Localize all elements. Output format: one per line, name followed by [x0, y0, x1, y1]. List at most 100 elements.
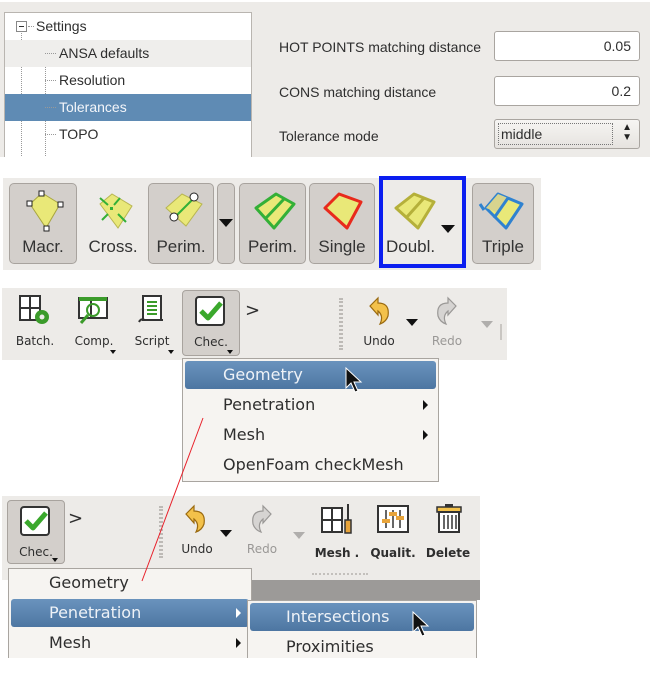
dropdown-arrow-icon [227, 350, 233, 354]
checks-menu: Geometry Penetration Mesh OpenFoam check… [182, 358, 439, 482]
dropdown-arrow-icon [52, 558, 58, 562]
checks-menu-2: Geometry Penetration Mesh [8, 568, 252, 658]
menu-item-geometry[interactable]: Geometry [11, 569, 249, 597]
redo-dropdown-icon[interactable] [293, 532, 305, 539]
menu-item-label: Geometry [223, 365, 303, 384]
hot-points-label: HOT POINTS matching distance [279, 39, 482, 55]
collapse-icon[interactable] [16, 21, 27, 32]
undo-button[interactable]: Undo [354, 292, 404, 354]
tree-item-label: ANSA defaults [59, 45, 150, 61]
redo-icon [437, 296, 457, 326]
checks-icon [20, 506, 50, 536]
compare-button[interactable]: Comp. [66, 292, 122, 354]
checks-toolbar: Batch. Comp. Script Chec. > Undo Redo [2, 288, 507, 360]
quality-button[interactable]: Qualit. [366, 500, 420, 562]
menu-item-mesh[interactable]: Mesh [11, 629, 249, 657]
triple-cons-button[interactable]: Triple [472, 183, 534, 264]
more-chevron-icon[interactable]: > [68, 508, 83, 529]
menu-item-geometry[interactable]: Geometry [185, 361, 436, 389]
menu-item-label: Geometry [49, 573, 129, 592]
perimeter-points-icon [165, 192, 203, 227]
perimeter-dropdown-button[interactable] [217, 183, 235, 264]
menu-item-proximities[interactable]: Proximities [250, 633, 474, 661]
perimeter-button[interactable]: Perim. [239, 183, 306, 264]
button-label: Script [134, 334, 170, 348]
button-label: Redo [431, 334, 463, 348]
undo-dropdown-icon[interactable] [220, 530, 232, 537]
spin-arrows-icon: ▲ ▼ [622, 122, 632, 143]
button-label: Triple [482, 237, 524, 256]
single-cons-icon [323, 192, 363, 230]
batch-mesh-button[interactable]: Batch. [6, 292, 64, 354]
button-label: Mesh . [314, 546, 360, 560]
more-chevron-icon[interactable]: > [245, 300, 260, 321]
script-icon [138, 295, 163, 323]
menu-item-penetration[interactable]: Penetration [11, 599, 249, 627]
button-label: Chec. [194, 335, 228, 349]
cross-button[interactable]: Cross. [81, 183, 145, 264]
dropdown-arrow-icon [219, 219, 233, 227]
tree-item-label: TOPO [59, 126, 99, 142]
single-cons-button[interactable]: Single [309, 183, 375, 264]
tolerance-mode-value: middle [501, 126, 543, 142]
tree-item-tolerances[interactable]: Tolerances [5, 94, 251, 121]
macro-button[interactable]: Macr. [9, 183, 77, 264]
button-label: Batch. [15, 334, 55, 348]
button-label: Perim. [247, 237, 298, 256]
menu-item-openfoam-checkmesh[interactable]: OpenFoam checkMesh [185, 451, 436, 479]
tree-connector [45, 53, 56, 54]
button-label: Qualit. [370, 546, 416, 560]
button-label: Delete [425, 546, 471, 560]
script-button[interactable]: Script [124, 292, 180, 354]
button-label: Chec. [19, 545, 53, 559]
toolbar-grip[interactable] [159, 506, 163, 558]
tolerance-mode-select[interactable]: middle ▲ ▼ [494, 119, 640, 149]
workspace-background [250, 580, 480, 600]
perimeter-icon [254, 192, 295, 230]
macro-face-icon [26, 190, 64, 232]
submenu-arrow-icon [423, 400, 428, 410]
tree-item-ansa-defaults[interactable]: ANSA defaults [5, 40, 251, 67]
menu-item-mesh[interactable]: Mesh [185, 421, 436, 449]
tree-item-topo[interactable]: TOPO [5, 121, 251, 148]
trash-icon [436, 504, 462, 533]
menu-item-label: Mesh [49, 633, 92, 652]
mouse-cursor-icon [345, 366, 363, 393]
redo-button[interactable]: Redo [422, 292, 472, 354]
menu-item-intersections[interactable]: Intersections [250, 603, 474, 631]
button-label: Undo [363, 334, 395, 348]
redo-dropdown-icon[interactable] [481, 321, 493, 328]
submenu-arrow-icon [423, 430, 428, 440]
button-label: Perim. [156, 237, 206, 256]
tree-item-resolution[interactable]: Resolution [5, 67, 251, 94]
tree-item-label: Tolerances [59, 99, 127, 115]
tree-connector [28, 26, 34, 27]
tree-item-settings[interactable]: Settings [5, 13, 251, 40]
dropdown-arrow-icon [168, 350, 174, 354]
toolbar-grip[interactable] [312, 573, 368, 577]
undo-dropdown-icon[interactable] [406, 319, 418, 326]
checks-button[interactable]: Chec. [7, 500, 65, 564]
undo-button[interactable]: Undo [172, 500, 222, 562]
tolerance-mode-label: Tolerance mode [279, 128, 379, 144]
penetration-submenu: Intersections Proximities [247, 600, 477, 658]
cons-distance-label: CONS matching distance [279, 84, 437, 100]
submenu-arrow-icon [236, 608, 241, 618]
button-label: Single [318, 237, 366, 256]
mesh-button[interactable]: Mesh . [310, 500, 364, 562]
checks-button[interactable]: Chec. [182, 290, 240, 356]
perimeter-points-button[interactable]: Perim. [148, 183, 214, 264]
menu-item-label: Penetration [223, 395, 316, 414]
delete-button[interactable]: Delete [422, 500, 474, 562]
button-label: Cross. [88, 237, 138, 256]
menu-item-label: Intersections [286, 607, 390, 626]
hot-points-distance-input[interactable]: 0.05 [494, 31, 640, 61]
button-label: Undo [181, 542, 213, 556]
settings-tree: Settings ANSA defaults Resolution Tolera… [4, 12, 252, 157]
toolbar-grip[interactable] [339, 298, 343, 350]
checks-icon [195, 296, 225, 326]
cons-distance-input[interactable]: 0.2 [494, 76, 640, 106]
menu-item-penetration[interactable]: Penetration [185, 391, 436, 419]
redo-button[interactable]: Redo [237, 500, 287, 562]
menu-item-label: Mesh [223, 425, 266, 444]
